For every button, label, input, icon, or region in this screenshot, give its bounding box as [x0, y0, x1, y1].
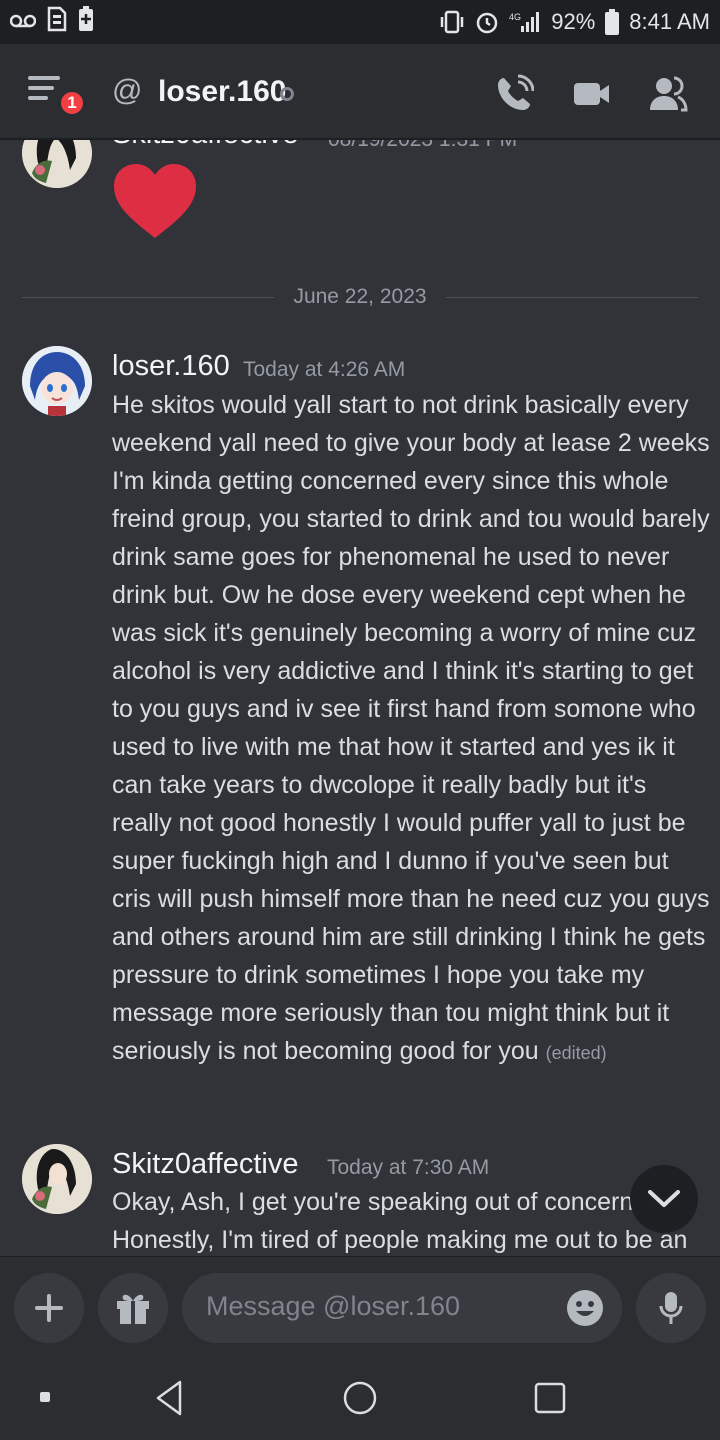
svg-text:4G: 4G: [509, 12, 521, 22]
status-indicator: [280, 87, 294, 101]
signal-icon: 4G: [509, 10, 541, 34]
message-timestamp: Today at 7:30 AM: [327, 1156, 490, 1179]
vibrate-icon: [439, 10, 465, 34]
battery-icon: [605, 9, 620, 35]
message-input[interactable]: Message @loser.160: [182, 1273, 622, 1343]
gift-button[interactable]: [98, 1273, 168, 1343]
nav-recents-button[interactable]: [528, 1376, 572, 1420]
clock: 8:41 AM: [629, 9, 710, 34]
battery-percent: 92%: [551, 9, 596, 34]
phone-icon: [498, 74, 535, 110]
date-divider: June 22, 2023: [22, 285, 698, 309]
mic-icon: [659, 1292, 683, 1324]
video-call-button[interactable]: [572, 74, 612, 114]
recents-icon: [534, 1382, 566, 1414]
message-username[interactable]: Skitz0affective: [112, 1148, 298, 1181]
heart-icon: [112, 162, 198, 240]
alarm-icon: [475, 10, 499, 34]
voice-call-button[interactable]: [494, 74, 535, 114]
video-icon: [574, 83, 609, 105]
message-username[interactable]: Skitz0affective: [112, 140, 298, 151]
message-timestamp: 08/19/2023 1:31 PM: [328, 140, 517, 152]
at-icon: @: [112, 74, 143, 107]
message-timestamp: Today at 4:26 AM: [243, 358, 406, 381]
nav-extra-button[interactable]: [24, 1376, 68, 1420]
attach-button[interactable]: [14, 1273, 84, 1343]
channel-title[interactable]: loser.160: [158, 75, 286, 109]
message-composer: Message @loser.160: [0, 1256, 720, 1356]
plus-icon: [35, 1294, 63, 1322]
jump-to-present-button[interactable]: [630, 1165, 698, 1233]
message-body: He skitos would yall start to not drink …: [112, 391, 710, 1065]
edited-label: (edited): [545, 1043, 607, 1063]
back-icon: [156, 1380, 182, 1416]
message-input-placeholder: Message @loser.160: [206, 1291, 461, 1321]
voice-message-button[interactable]: [636, 1273, 706, 1343]
message-list[interactable]: Skitz0affective 08/19/2023 1:31 PM June …: [0, 140, 720, 1256]
message-content[interactable]: Okay, Ash, I get you're speaking out of …: [112, 1183, 712, 1256]
gift-icon: [117, 1294, 149, 1324]
nav-back-button[interactable]: [148, 1376, 192, 1420]
home-icon: [343, 1381, 377, 1415]
notification-badge: 1: [58, 89, 86, 117]
avatar[interactable]: [22, 346, 92, 416]
date-divider-label: June 22, 2023: [293, 285, 427, 308]
members-button[interactable]: [648, 74, 688, 114]
avatar[interactable]: [22, 140, 92, 188]
square-dot-icon: [40, 1392, 50, 1402]
voicemail-icon: [9, 9, 37, 35]
message-username[interactable]: loser.160: [112, 350, 230, 383]
battery-saver-icon: [78, 6, 94, 38]
chevron-down-icon: [648, 1190, 680, 1207]
message-content[interactable]: He skitos would yall start to not drink …: [112, 386, 712, 1072]
channel-header: 1 @ loser.160: [0, 44, 720, 140]
menu-icon: [28, 76, 60, 100]
status-bar: 4G 92% 8:41 AM: [0, 0, 720, 44]
members-icon: [650, 76, 688, 112]
system-navigation-bar: [0, 1356, 720, 1440]
avatar[interactable]: [22, 1144, 92, 1214]
emoji-icon[interactable]: [566, 1289, 604, 1327]
nav-home-button[interactable]: [338, 1376, 382, 1420]
sim-alert-icon: [46, 6, 68, 38]
